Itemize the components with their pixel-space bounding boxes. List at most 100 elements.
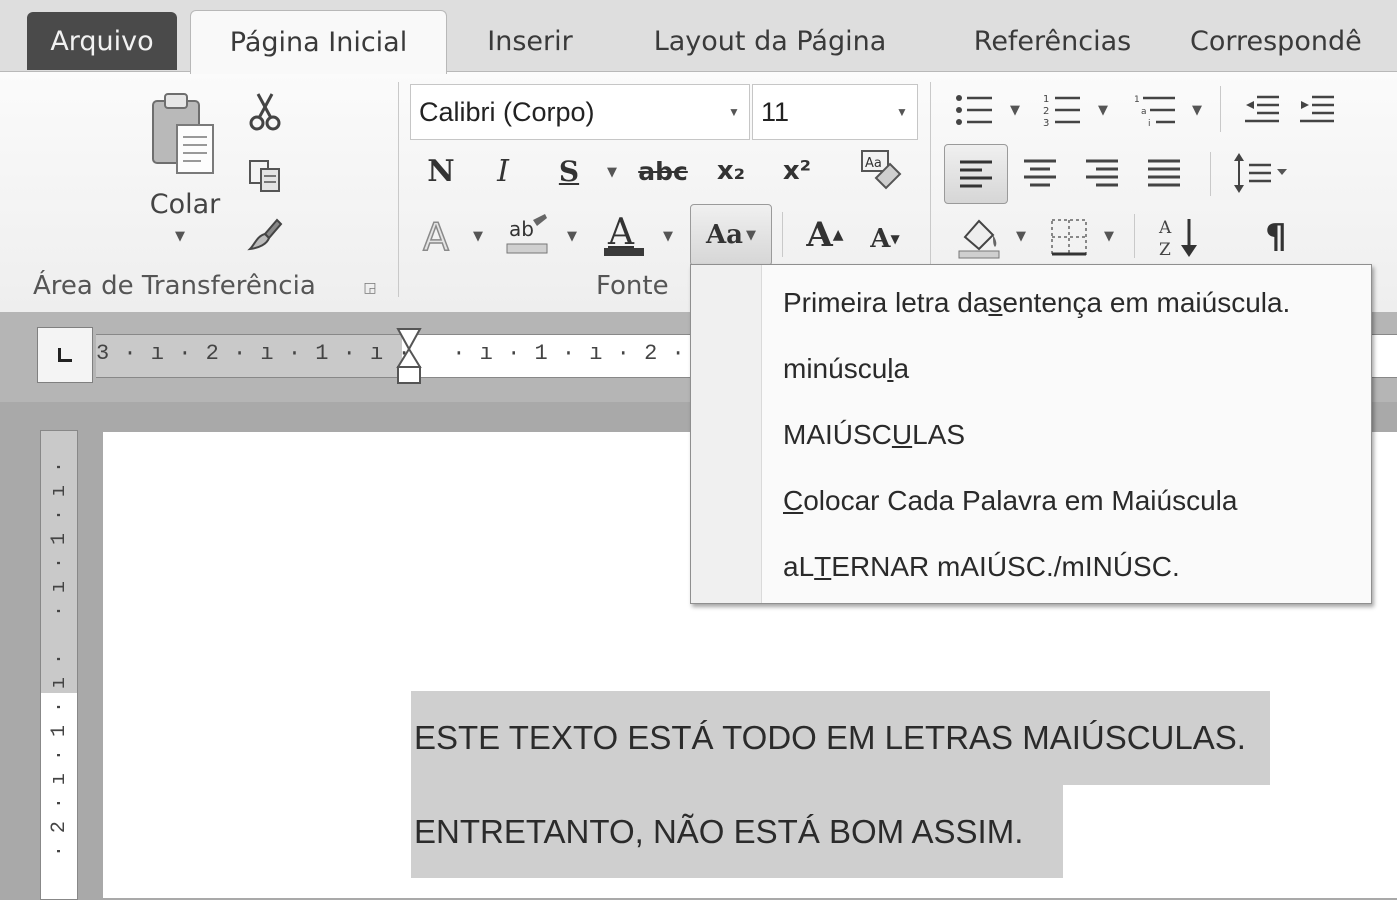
- sort-icon[interactable]: A Z: [1150, 212, 1210, 262]
- align-left-icon: [960, 160, 992, 188]
- borders-icon[interactable]: [1044, 214, 1094, 260]
- decrease-indent-icon[interactable]: [1240, 88, 1284, 132]
- tab-references[interactable]: Referências: [945, 10, 1160, 72]
- document-line-2[interactable]: ENTRETANTO, NÃO ESTÁ BOM ASSIM.: [411, 785, 1063, 878]
- menu-item-uppercase[interactable]: MAIÚSC U LAS: [783, 409, 965, 461]
- menu-item-accelerator: s: [988, 287, 1003, 318]
- tab-insert[interactable]: Inserir: [465, 10, 595, 72]
- font-size-value: 11: [761, 96, 790, 127]
- borders-dropdown-arrow[interactable]: ▼: [1098, 224, 1120, 248]
- group-separator: [1134, 214, 1135, 258]
- change-case-button[interactable]: Aa ▼: [690, 204, 772, 266]
- svg-text:Z: Z: [1159, 240, 1171, 259]
- bullets-dropdown-arrow[interactable]: ▼: [1004, 98, 1026, 122]
- paste-icon[interactable]: [140, 86, 225, 186]
- font-name-dropdown-icon[interactable]: ▼: [719, 105, 749, 119]
- menu-item-sentence-case[interactable]: Primeira letra da s entença em maiúscula.: [783, 277, 1290, 329]
- multilevel-list-icon[interactable]: 1 a i: [1130, 88, 1180, 132]
- align-right-icon[interactable]: [1078, 150, 1126, 196]
- group-separator: [1210, 152, 1211, 196]
- shrink-font-arrow-icon: ▼: [890, 232, 900, 246]
- grow-font-glyph: A: [806, 215, 833, 255]
- svg-text:1: 1: [1043, 94, 1049, 105]
- shading-icon[interactable]: [952, 212, 1006, 262]
- font-color-icon[interactable]: A: [596, 208, 652, 262]
- menu-item-lowercase[interactable]: minúscu l a: [783, 343, 909, 395]
- group-separator: [1220, 86, 1221, 132]
- clear-formatting-icon[interactable]: Aa: [852, 144, 906, 196]
- bold-button[interactable]: N: [418, 148, 464, 194]
- svg-text:1: 1: [1134, 95, 1140, 105]
- shrink-font-glyph: A: [870, 224, 891, 254]
- show-paragraph-marks-button[interactable]: ¶: [1246, 212, 1306, 262]
- menu-item-accelerator: C: [783, 485, 804, 516]
- font-size-dropdown-icon[interactable]: ▼: [887, 105, 917, 119]
- clipboard-launcher-icon[interactable]: ◲: [360, 278, 380, 298]
- tab-stop-left-icon: [58, 348, 72, 362]
- document-line-1[interactable]: ESTE TEXTO ESTÁ TODO EM LETRAS MAIÚSCULA…: [411, 691, 1270, 785]
- align-left-button[interactable]: [944, 144, 1008, 204]
- highlight-dropdown-arrow[interactable]: ▼: [562, 224, 582, 248]
- font-name-combo[interactable]: Calibri (Corpo) ▼: [410, 84, 750, 140]
- text-effects-dropdown-arrow[interactable]: ▼: [468, 224, 488, 248]
- align-center-icon[interactable]: [1016, 150, 1064, 196]
- menu-item-toggle-case[interactable]: aL T ERNAR mAIÚSC./mINÚSC.: [783, 541, 1180, 593]
- underline-button[interactable]: S: [546, 148, 592, 194]
- increase-indent-icon[interactable]: [1295, 88, 1339, 132]
- underline-dropdown-arrow[interactable]: ▼: [600, 160, 624, 184]
- shading-dropdown-arrow[interactable]: ▼: [1010, 224, 1032, 248]
- svg-text:ab: ab: [509, 217, 534, 241]
- highlight-color-icon[interactable]: ab: [500, 210, 554, 260]
- grow-font-button[interactable]: A ▲: [800, 208, 850, 262]
- group-separator: [398, 82, 399, 297]
- strikethrough-button[interactable]: abc: [630, 148, 696, 194]
- font-group-label: Fonte: [596, 271, 669, 301]
- menu-item-text: ERNAR mAIÚSC./mINÚSC.: [831, 551, 1180, 582]
- tab-home[interactable]: Página Inicial: [190, 10, 447, 74]
- indent-marker-icon[interactable]: [396, 327, 422, 387]
- justify-icon[interactable]: [1140, 150, 1188, 196]
- change-case-menu: Primeira letra da s entença em maiúscula.…: [690, 264, 1372, 604]
- font-size-combo[interactable]: 11 ▼: [752, 84, 918, 140]
- menu-item-capitalize-each-word[interactable]: Colocar Cada Palavra em Maiúscula: [783, 475, 1237, 527]
- group-separator: [782, 212, 783, 257]
- line-spacing-icon[interactable]: [1228, 148, 1298, 198]
- italic-button[interactable]: I: [480, 148, 526, 194]
- svg-text:a: a: [1141, 107, 1147, 117]
- svg-text:Aa: Aa: [865, 156, 882, 171]
- tab-mailings[interactable]: Correspondê: [1190, 10, 1397, 72]
- format-painter-icon[interactable]: [243, 212, 287, 256]
- svg-text:A: A: [1158, 218, 1172, 238]
- menu-item-text: minúscu: [783, 353, 888, 384]
- bullets-icon[interactable]: [952, 88, 996, 132]
- copy-icon[interactable]: [243, 154, 287, 198]
- menu-item-text: entença em maiúscula.: [1002, 287, 1291, 318]
- cut-icon[interactable]: [243, 90, 287, 134]
- tab-selector-button[interactable]: [37, 327, 93, 383]
- grow-font-arrow-icon: ▲: [832, 227, 844, 243]
- shrink-font-button[interactable]: A ▼: [862, 214, 908, 264]
- svg-text:A: A: [607, 212, 635, 253]
- font-name-value: Calibri (Corpo): [419, 96, 595, 127]
- vertical-ruler-numbers: · 2 · ı · 1 · ı · · ı · 1 · ı ·: [48, 461, 71, 858]
- multilevel-dropdown-arrow[interactable]: ▼: [1186, 98, 1208, 122]
- paste-label[interactable]: Colar: [130, 186, 240, 222]
- menu-item-text: a: [893, 353, 910, 384]
- subscript-button[interactable]: x₂: [706, 148, 756, 194]
- menu-gutter: [691, 265, 762, 603]
- numbering-icon[interactable]: 1 2 3: [1040, 88, 1084, 132]
- menu-item-text: LAS: [912, 419, 966, 450]
- menu-item-accelerator: U: [891, 419, 913, 450]
- font-color-dropdown-arrow[interactable]: ▼: [658, 224, 678, 248]
- vertical-ruler[interactable]: · 2 · ı · 1 · ı · · ı · 1 · ı ·: [40, 430, 78, 900]
- tab-page-layout[interactable]: Layout da Página: [625, 10, 915, 72]
- numbering-dropdown-arrow[interactable]: ▼: [1092, 98, 1114, 122]
- paste-dropdown-arrow[interactable]: ▼: [165, 224, 195, 248]
- tab-file[interactable]: Arquivo: [27, 12, 177, 70]
- svg-text:A: A: [423, 215, 449, 256]
- text-effects-icon[interactable]: A: [418, 212, 464, 258]
- menu-item-text: MAIÚSC: [783, 419, 892, 450]
- menu-item-text: Primeira letra da: [783, 287, 989, 318]
- superscript-button[interactable]: x²: [772, 148, 822, 194]
- menu-item-text: aL: [783, 551, 815, 582]
